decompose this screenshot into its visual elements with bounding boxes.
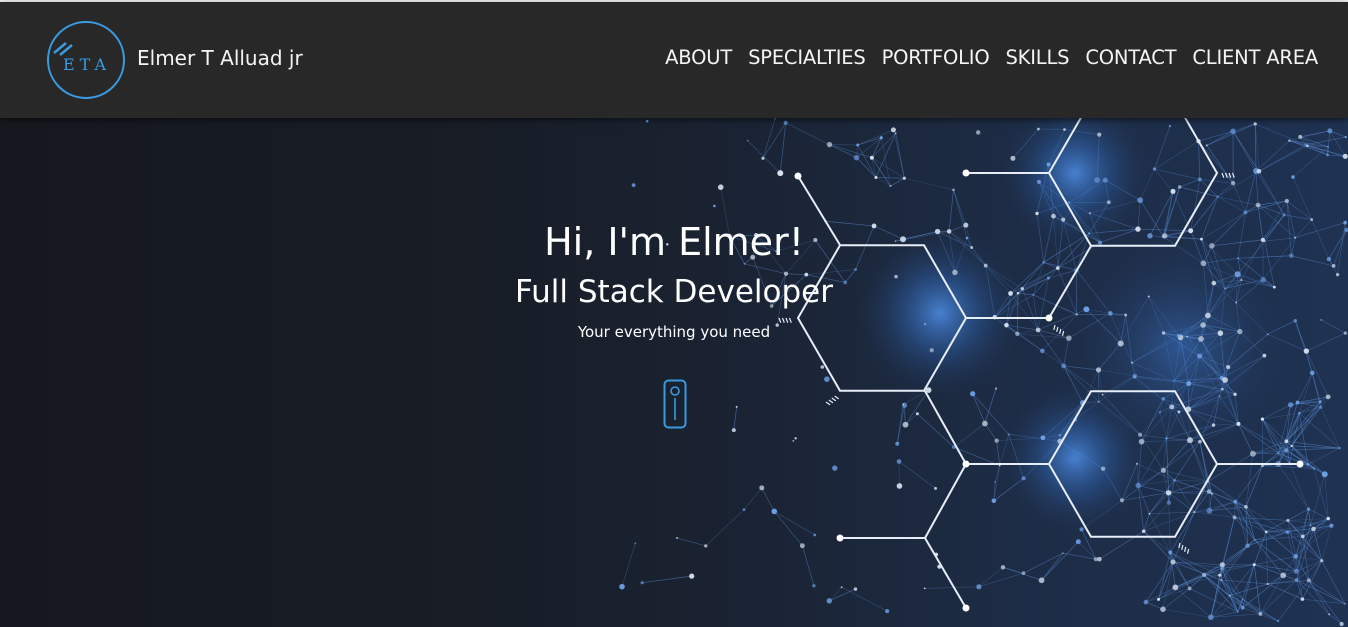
nav-about[interactable]: ABOUT xyxy=(657,46,740,69)
logo-text: ETA xyxy=(63,55,111,74)
nav-specialties[interactable]: SPECIALTIES xyxy=(740,46,874,69)
brand-name[interactable]: Elmer T Alluad jr xyxy=(137,46,303,70)
page: ETA Elmer T Alluad jr ABOUT SPECIALTIES … xyxy=(0,0,1348,627)
hero-background-graphic xyxy=(619,118,1348,627)
hero-greeting: Hi, I'm Elmer! xyxy=(544,220,804,264)
mouse-scroll-icon[interactable] xyxy=(663,379,687,429)
logo[interactable]: ETA xyxy=(46,20,126,100)
nav-skills[interactable]: SKILLS xyxy=(997,46,1077,69)
hero-role: Full Stack Developer xyxy=(515,274,833,310)
logo-emblem: ETA xyxy=(47,21,125,99)
navbar: ETA Elmer T Alluad jr ABOUT SPECIALTIES … xyxy=(0,2,1348,118)
main-nav: ABOUT SPECIALTIES PORTFOLIO SKILLS CONTA… xyxy=(657,46,1326,69)
hero-section: Hi, I'm Elmer! Full Stack Developer Your… xyxy=(0,118,1348,627)
nav-portfolio[interactable]: PORTFOLIO xyxy=(874,46,998,69)
hero-tagline: Your everything you need xyxy=(577,323,771,341)
nav-contact[interactable]: CONTACT xyxy=(1077,46,1184,69)
nav-client-area[interactable]: CLIENT AREA xyxy=(1184,46,1326,69)
